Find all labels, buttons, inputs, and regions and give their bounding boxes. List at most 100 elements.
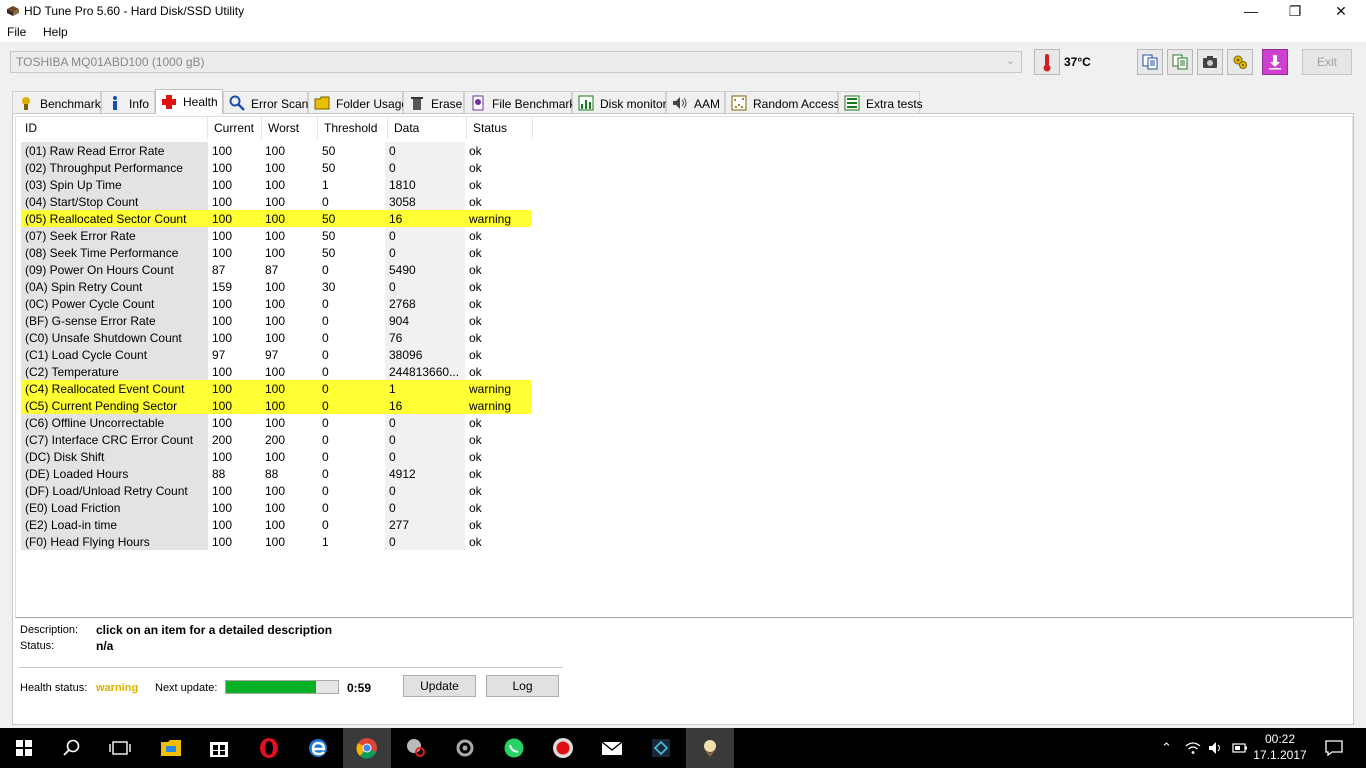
exit-button[interactable]: Exit: [1302, 49, 1352, 75]
wifi-icon[interactable]: [1185, 741, 1201, 755]
attribute-id-cell: (C1) Load Cycle Count: [21, 346, 208, 363]
table-row[interactable]: (C6) Offline Uncorrectable 100 100 0 0 ok: [21, 414, 531, 431]
tab-file-benchmark[interactable]: File Benchmark: [464, 91, 575, 113]
drive-select[interactable]: TOSHIBA MQ01ABD100 (1000 gB) ⌄: [10, 51, 1022, 73]
taskbar-remote[interactable]: [637, 728, 685, 768]
table-row[interactable]: (DF) Load/Unload Retry Count 100 100 0 0 ok: [21, 482, 531, 499]
tab-error-scan[interactable]: Error Scan: [223, 91, 308, 113]
save-button[interactable]: [1262, 49, 1288, 75]
taskbar-mail[interactable]: [588, 728, 636, 768]
worst-value-cell: 100: [265, 177, 286, 192]
system-clock[interactable]: 00:22 17.1.2017: [1250, 731, 1310, 763]
taskbar-edge[interactable]: [294, 728, 342, 768]
tab-extra-tests[interactable]: Extra tests: [838, 91, 923, 113]
tab-aam[interactable]: AAM: [666, 91, 725, 113]
health-status-label: Health status:: [20, 682, 88, 694]
tab-folder-usage[interactable]: Folder Usage: [308, 91, 408, 113]
search-button[interactable]: [48, 728, 96, 768]
tab-erase[interactable]: Erase: [403, 91, 464, 113]
taskbar-app[interactable]: [441, 728, 489, 768]
table-row[interactable]: (05) Reallocated Sector Count 100 100 50 16 w…: [21, 210, 531, 227]
minimize-button[interactable]: —: [1228, 0, 1274, 22]
worst-value-cell: 100: [265, 296, 286, 311]
taskbar-hdtune[interactable]: [686, 728, 734, 768]
table-row[interactable]: (0A) Spin Retry Count 159 100 30 0 ok: [21, 278, 531, 295]
smart-attributes-list[interactable]: ID Current Worst Threshold Data Status (…: [15, 116, 1353, 618]
update-button[interactable]: Update: [403, 675, 476, 697]
current-value-cell: 100: [212, 313, 233, 328]
taskbar-chrome[interactable]: [343, 728, 391, 768]
copy-info-alt-icon: [1172, 54, 1188, 70]
raw-data-cell: 904: [385, 312, 465, 329]
table-row[interactable]: (E2) Load-in time 100 100 0 277 ok: [21, 516, 531, 533]
notifications-icon[interactable]: [1325, 740, 1343, 756]
tab-label: Error Scan: [251, 97, 309, 111]
tab-random-access[interactable]: Random Access: [725, 91, 840, 113]
file-explorer-icon: [161, 740, 181, 756]
table-row[interactable]: (F0) Head Flying Hours 100 100 1 0 ok: [21, 533, 531, 550]
table-row[interactable]: (C1) Load Cycle Count 97 97 0 38096 ok: [21, 346, 531, 363]
copy-info-button[interactable]: [1137, 49, 1163, 75]
chevron-down-icon: ⌄: [1005, 55, 1015, 67]
table-row[interactable]: (08) Seek Time Performance 100 100 50 0 ok: [21, 244, 531, 261]
log-button[interactable]: Log: [486, 675, 559, 697]
store-icon: [210, 742, 228, 757]
tab-health[interactable]: Health: [155, 89, 223, 114]
current-value-cell: 100: [212, 330, 233, 345]
volume-icon[interactable]: [1208, 741, 1224, 755]
table-row[interactable]: (04) Start/Stop Count 100 100 0 3058 ok: [21, 193, 531, 210]
status-value-cell: ok: [469, 279, 482, 294]
task-view-button[interactable]: [96, 728, 144, 768]
table-row[interactable]: (09) Power On Hours Count 87 87 0 5490 ok: [21, 261, 531, 278]
table-row[interactable]: (01) Raw Read Error Rate 100 100 50 0 ok: [21, 142, 531, 159]
tab-benchmark[interactable]: Benchmark: [12, 91, 101, 113]
table-row[interactable]: (E0) Load Friction 100 100 0 0 ok: [21, 499, 531, 516]
column-header-data[interactable]: Data: [388, 117, 467, 139]
chevron-up-icon[interactable]: ⌃: [1161, 740, 1172, 756]
screenshot-button[interactable]: [1197, 49, 1223, 75]
table-row[interactable]: (C0) Unsafe Shutdown Count 100 100 0 76 ok: [21, 329, 531, 346]
worst-value-cell: 200: [265, 432, 286, 447]
table-row[interactable]: (03) Spin Up Time 100 100 1 1810 ok: [21, 176, 531, 193]
column-header-id[interactable]: ID: [19, 117, 208, 139]
taskbar-whatsapp[interactable]: [490, 728, 538, 768]
benchmark-icon: [22, 97, 30, 110]
table-row[interactable]: (C2) Temperature 100 100 0 244813660... ok: [21, 363, 531, 380]
attribute-id-cell: (E2) Load-in time: [21, 516, 208, 533]
tab-disk-monitor[interactable]: Disk monitor: [572, 91, 667, 113]
taskbar-opera[interactable]: [245, 728, 293, 768]
table-row[interactable]: (C7) Interface CRC Error Count 200 200 0 0 ok: [21, 431, 531, 448]
table-row[interactable]: (C5) Current Pending Sector 100 100 0 16 warn…: [21, 397, 531, 414]
table-row[interactable]: (BF) G-sense Error Rate 100 100 0 904 ok: [21, 312, 531, 329]
window-title: HD Tune Pro 5.60 - Hard Disk/SSD Utility: [24, 4, 245, 18]
worst-value-cell: 100: [261, 397, 318, 414]
attribute-id-cell: (01) Raw Read Error Rate: [21, 142, 208, 159]
disk-monitor-icon: [578, 95, 594, 111]
taskbar-recorder[interactable]: [539, 728, 587, 768]
table-row[interactable]: (DC) Disk Shift 100 100 0 0 ok: [21, 448, 531, 465]
taskbar-file-explorer[interactable]: [147, 728, 195, 768]
table-row[interactable]: (02) Throughput Performance 100 100 50 0 ok: [21, 159, 531, 176]
table-row[interactable]: (DE) Loaded Hours 88 88 0 4912 ok: [21, 465, 531, 482]
start-button[interactable]: [0, 728, 48, 768]
taskbar-store[interactable]: [195, 728, 243, 768]
threshold-value-cell: 0: [322, 262, 329, 277]
close-button[interactable]: ✕: [1318, 0, 1364, 22]
temperature-button[interactable]: [1034, 49, 1060, 75]
tab-info[interactable]: Info: [101, 91, 155, 113]
maximize-button[interactable]: ❐: [1272, 0, 1318, 22]
menu-help[interactable]: Help: [43, 25, 68, 39]
menu-file[interactable]: File: [7, 25, 26, 39]
raw-data-cell: 0: [385, 431, 465, 448]
column-header-worst[interactable]: Worst: [262, 117, 318, 139]
copy-info-alt-button[interactable]: [1167, 49, 1193, 75]
column-header-status[interactable]: Status: [467, 117, 533, 139]
table-row[interactable]: (C4) Reallocated Event Count 100 100 0 1 warn…: [21, 380, 531, 397]
table-row[interactable]: (0C) Power Cycle Count 100 100 0 2768 ok: [21, 295, 531, 312]
table-row[interactable]: (07) Seek Error Rate 100 100 50 0 ok: [21, 227, 531, 244]
options-button[interactable]: [1227, 49, 1253, 75]
taskbar-snipping[interactable]: [392, 728, 440, 768]
column-header-threshold[interactable]: Threshold: [318, 117, 388, 139]
battery-icon[interactable]: [1232, 742, 1248, 754]
column-header-current[interactable]: Current: [208, 117, 262, 139]
